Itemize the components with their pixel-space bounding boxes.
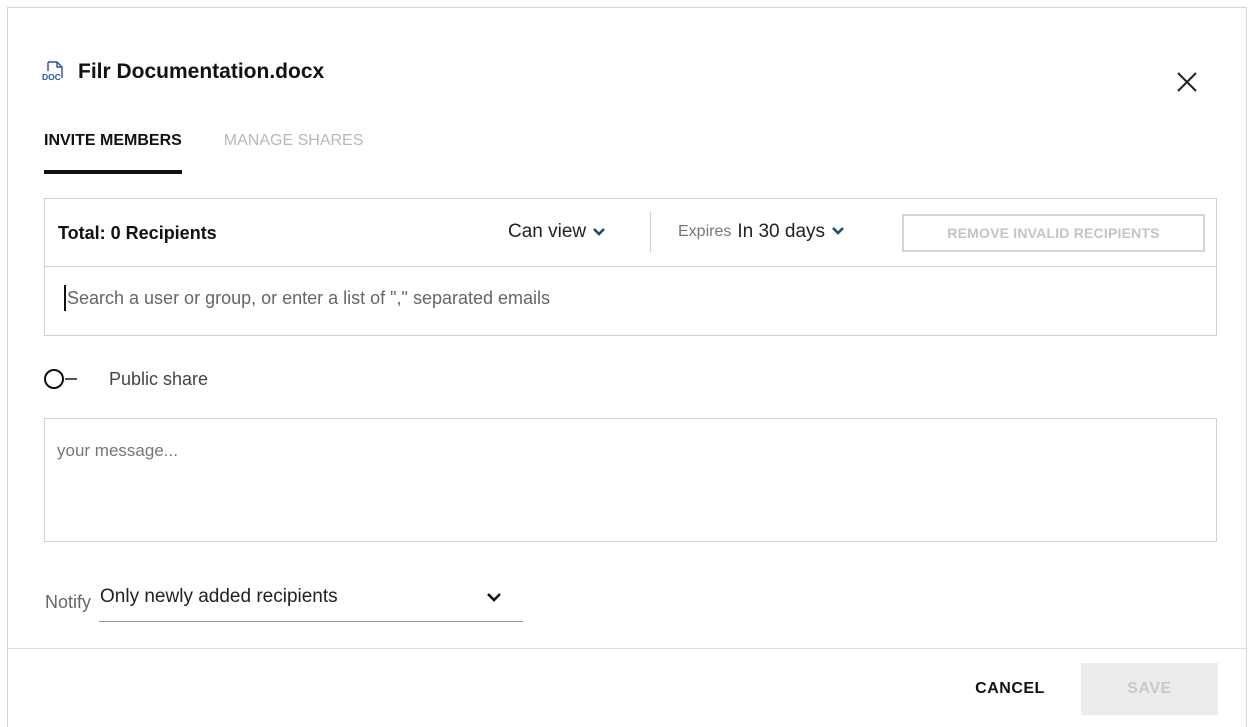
notify-dropdown[interactable]: Only newly added recipients	[99, 582, 524, 622]
tab-manage-shares[interactable]: MANAGE SHARES	[224, 132, 364, 174]
remove-invalid-recipients-button[interactable]: REMOVE INVALID RECIPIENTS	[902, 214, 1205, 252]
recipients-total: Total: 0 Recipients	[58, 223, 217, 243]
permission-value: Can view	[508, 221, 587, 242]
chevron-down-icon	[592, 221, 606, 243]
recipients-panel: Total: 0 Recipients Can view Expires In …	[44, 198, 1217, 336]
text-caret	[64, 285, 66, 311]
public-share-label: Public share	[109, 368, 209, 389]
close-icon[interactable]	[1175, 70, 1199, 94]
message-textarea[interactable]	[44, 418, 1217, 542]
expires-value: In 30 days	[737, 221, 826, 242]
notify-row: Notify Only newly added recipients	[45, 582, 524, 622]
dialog-header: DOC Filr Documentation.docx	[42, 60, 324, 84]
chevron-down-icon	[831, 223, 845, 241]
word-document-icon: DOC	[42, 61, 64, 83]
public-share-row: Public share	[44, 367, 208, 391]
save-button[interactable]: SAVE	[1081, 663, 1218, 715]
tab-bar: INVITE MEMBERS MANAGE SHARES	[44, 132, 363, 174]
public-share-toggle[interactable]	[44, 367, 90, 391]
footer-divider	[8, 648, 1246, 649]
notify-label: Notify	[45, 591, 92, 612]
expires-label: Expires	[678, 223, 732, 240]
recipients-header: Total: 0 Recipients Can view Expires In …	[45, 199, 1216, 267]
header-divider	[650, 212, 651, 252]
doc-icon-label: DOC	[42, 72, 61, 82]
chevron-down-icon	[486, 591, 502, 609]
notify-value: Only newly added recipients	[100, 586, 338, 607]
expiration-dropdown[interactable]: Expires In 30 days	[678, 221, 845, 243]
dialog-title: Filr Documentation.docx	[78, 60, 325, 83]
recipient-search-input[interactable]	[57, 281, 1207, 315]
toggle-track	[65, 378, 77, 380]
cancel-button[interactable]: CANCEL	[954, 663, 1066, 715]
permission-dropdown[interactable]: Can view	[508, 221, 606, 243]
toggle-knob	[44, 369, 64, 389]
share-dialog: DOC Filr Documentation.docx INVITE MEMBE…	[7, 7, 1247, 727]
tab-invite-members[interactable]: INVITE MEMBERS	[44, 132, 182, 174]
